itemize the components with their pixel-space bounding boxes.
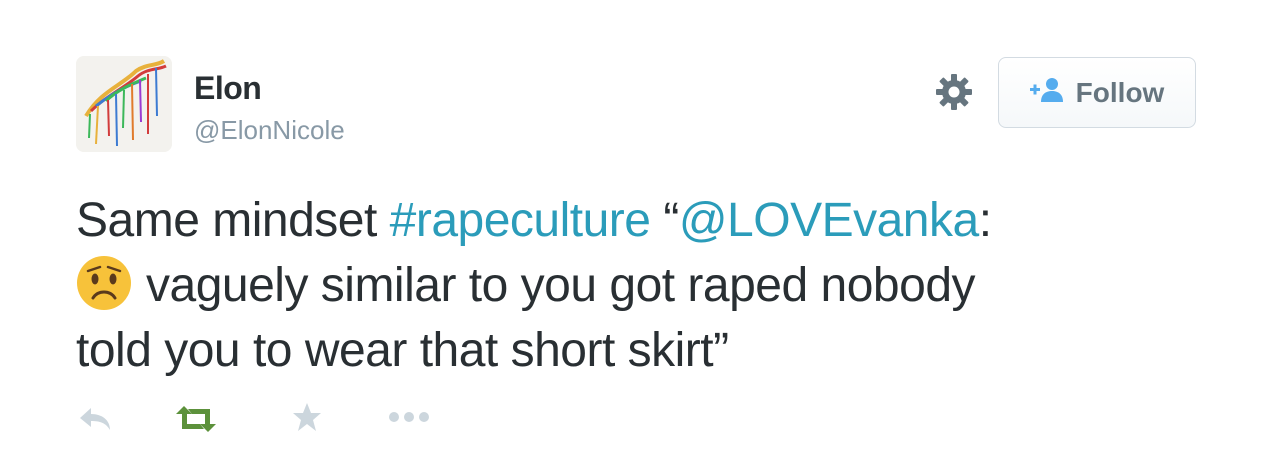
follow-button[interactable]: Follow [998, 57, 1196, 128]
gear-icon[interactable] [934, 72, 974, 112]
tweet-line-1: Same mindset #rapeculture “@LOVEvanka: [76, 188, 1206, 253]
add-user-icon [1029, 77, 1064, 108]
tweet-text-segment: : [978, 194, 992, 247]
favorite-icon[interactable] [292, 402, 322, 437]
retweet-icon[interactable] [174, 404, 218, 439]
reply-icon[interactable] [78, 406, 112, 437]
tweet-line-2: vaguely similar to you got raped nobody [76, 253, 1206, 318]
follow-label: Follow [1075, 76, 1165, 108]
tweet-text-segment: Same mindset [76, 194, 390, 247]
mention-link[interactable]: @LOVEvanka [679, 194, 979, 247]
avatar[interactable] [76, 56, 172, 152]
user-handle[interactable]: @ElonNicole [194, 115, 345, 146]
tweet-text: Same mindset #rapeculture “@LOVEvanka: v… [76, 188, 1206, 383]
user-name[interactable]: Elon [194, 70, 262, 107]
worried-face-emoji [76, 255, 132, 311]
tweet-text-segment: vaguely similar to you got raped nobody [146, 259, 976, 312]
tweet-card: Elon @ElonNicole Follow Same mindset #ra… [0, 0, 1266, 454]
tweet-text-segment: “ [650, 194, 679, 247]
more-icon[interactable] [388, 410, 430, 428]
hashtag-link[interactable]: #rapeculture [390, 194, 651, 247]
tweet-line-3: told you to wear that short skirt” [76, 324, 729, 377]
